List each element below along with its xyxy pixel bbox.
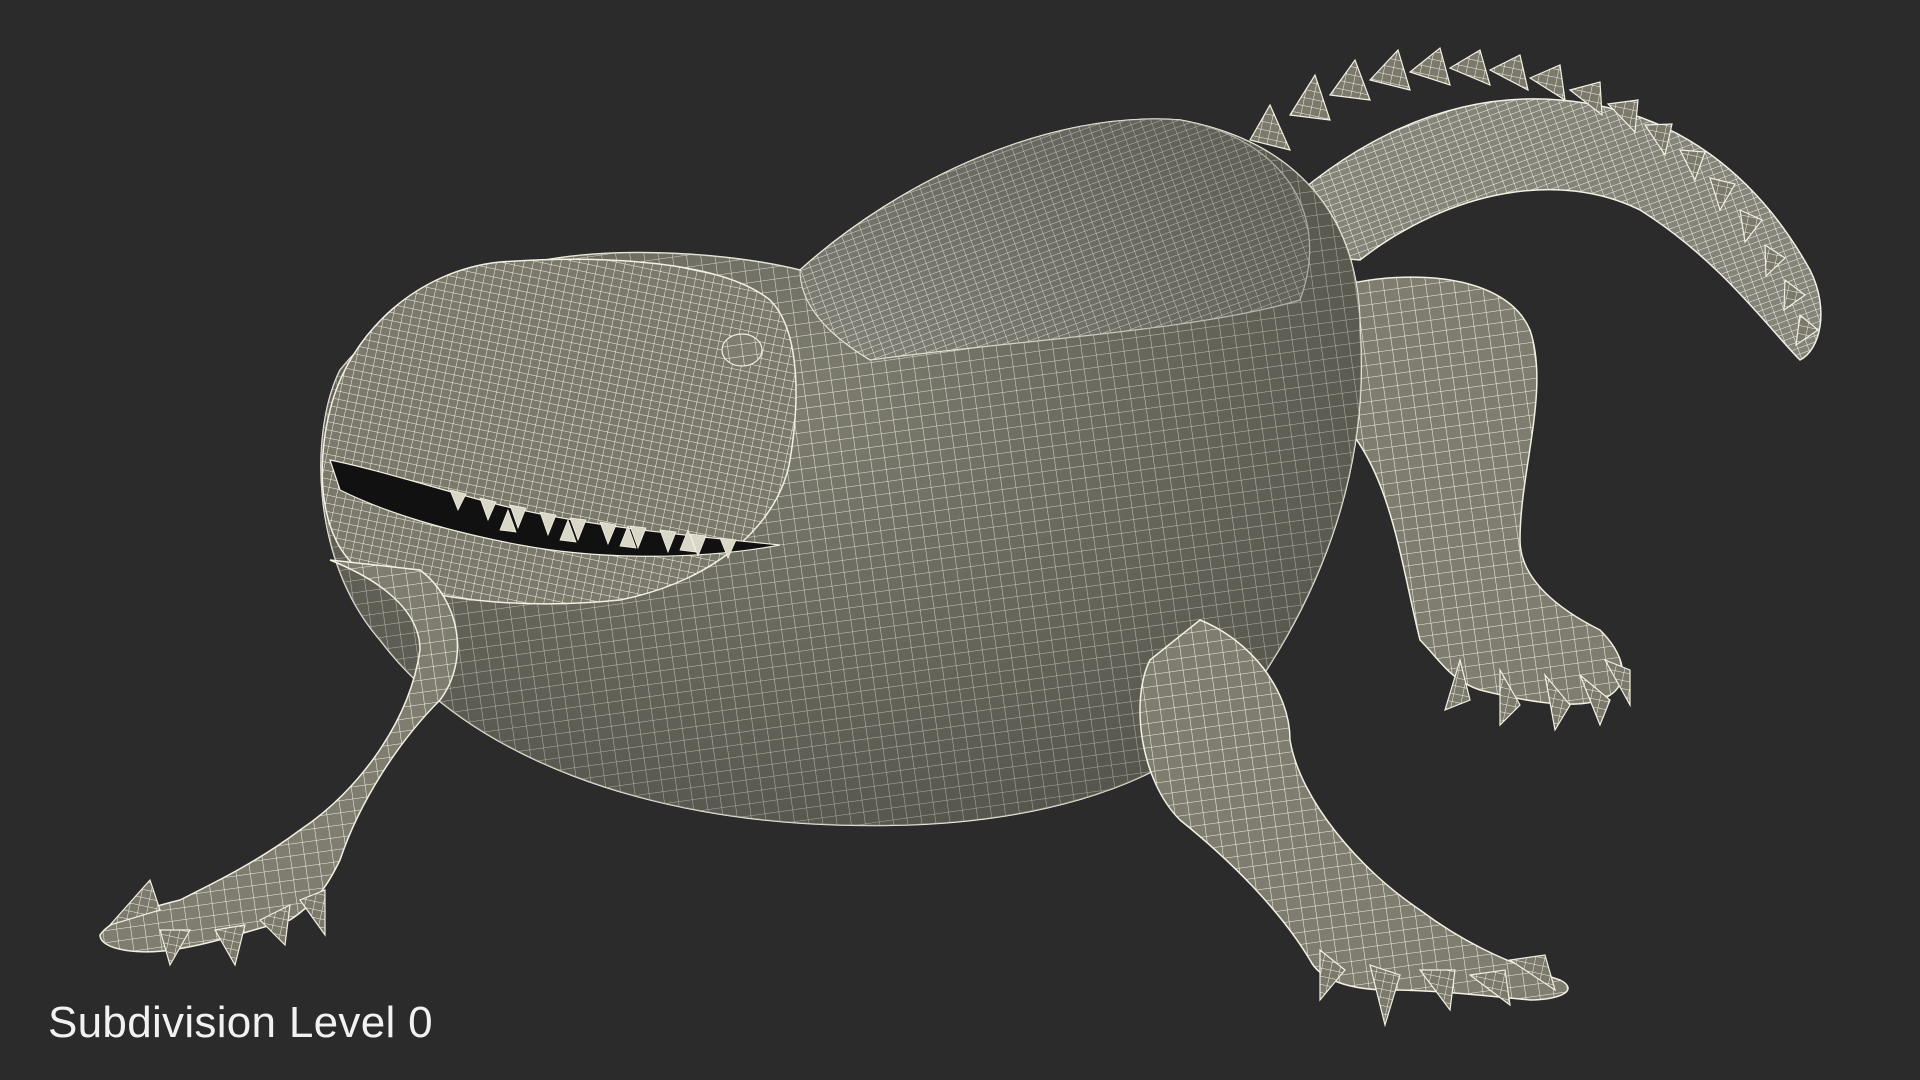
eye (721, 333, 763, 367)
render-viewport: Subdivision Level 0 (0, 0, 1920, 1080)
crocodile-wireframe-model (99, 46, 1822, 1028)
head (321, 258, 797, 605)
subdivision-level-caption: Subdivision Level 0 (48, 998, 433, 1047)
